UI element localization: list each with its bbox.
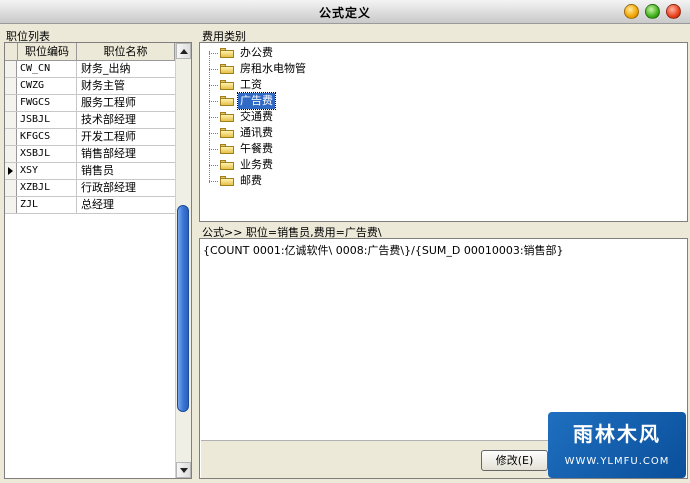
row-indicator[interactable] bbox=[5, 78, 17, 94]
arrow-right-icon bbox=[8, 167, 13, 175]
table-row[interactable]: CW_CN 财务_出纳 bbox=[5, 61, 175, 78]
folder-icon bbox=[220, 80, 234, 90]
cell-name[interactable]: 财务主管 bbox=[77, 78, 175, 94]
table-row[interactable]: JSBJL 技术部经理 bbox=[5, 112, 175, 129]
row-indicator[interactable] bbox=[5, 163, 17, 179]
cell-name[interactable]: 总经理 bbox=[77, 197, 175, 213]
tree-item-label[interactable]: 广告费 bbox=[237, 92, 276, 110]
table-row[interactable]: CWZG 财务主管 bbox=[5, 78, 175, 95]
row-indicator[interactable] bbox=[5, 197, 17, 213]
column-header-name[interactable]: 职位名称 bbox=[77, 43, 175, 60]
tree-connector bbox=[209, 53, 218, 54]
cell-name[interactable]: 服务工程师 bbox=[77, 95, 175, 111]
scroll-thumb[interactable] bbox=[177, 205, 189, 412]
table-row[interactable]: XZBJL 行政部经理 bbox=[5, 180, 175, 197]
minimize-icon[interactable] bbox=[624, 4, 639, 19]
tree-item-label[interactable]: 房租水电物管 bbox=[238, 61, 308, 77]
watermark-logo: 雨林木风 WWW.YLMFU.COM bbox=[548, 412, 686, 478]
folder-icon bbox=[220, 128, 234, 138]
folder-icon bbox=[220, 176, 234, 186]
title-bar: 公式定义 bbox=[0, 0, 690, 24]
cell-code[interactable]: XSY bbox=[18, 163, 77, 179]
table-row[interactable]: XSY 销售员 bbox=[5, 163, 175, 180]
row-indicator[interactable] bbox=[5, 129, 17, 145]
expense-tree: 办公费 房租水电物管 工资 广告费 交通费 通讯费 午餐费 业务费 邮费 bbox=[199, 42, 688, 222]
arrow-up-icon bbox=[180, 49, 188, 54]
tree-item-label[interactable]: 邮费 bbox=[238, 173, 264, 189]
cell-code[interactable]: FWGCS bbox=[18, 95, 77, 111]
grid-header: 职位编码 职位名称 bbox=[5, 43, 175, 61]
scroll-up-button[interactable] bbox=[176, 43, 191, 59]
watermark-url: WWW.YLMFU.COM bbox=[564, 456, 670, 467]
cell-code[interactable]: XZBJL bbox=[18, 180, 77, 196]
table-row[interactable]: KFGCS 开发工程师 bbox=[5, 129, 175, 146]
cell-name[interactable]: 行政部经理 bbox=[77, 180, 175, 196]
tree-connector bbox=[209, 181, 218, 182]
folder-icon bbox=[220, 96, 234, 106]
cell-name[interactable]: 开发工程师 bbox=[77, 129, 175, 145]
row-indicator[interactable] bbox=[5, 61, 17, 77]
folder-icon bbox=[220, 112, 234, 122]
tree-item-label[interactable]: 办公费 bbox=[238, 45, 275, 61]
folder-icon bbox=[220, 64, 234, 74]
folder-icon bbox=[220, 144, 234, 154]
maximize-icon[interactable] bbox=[645, 4, 660, 19]
tree-connector bbox=[209, 85, 218, 86]
folder-icon bbox=[220, 48, 234, 58]
cell-code[interactable]: ZJL bbox=[18, 197, 77, 213]
folder-icon bbox=[220, 160, 234, 170]
tree-connector bbox=[209, 101, 218, 102]
table-row[interactable]: FWGCS 服务工程师 bbox=[5, 95, 175, 112]
tree-item-label[interactable]: 通讯费 bbox=[238, 125, 275, 141]
cell-name[interactable]: 销售部经理 bbox=[77, 146, 175, 162]
tree-connector bbox=[209, 69, 218, 70]
tree-item-label[interactable]: 交通费 bbox=[238, 109, 275, 125]
table-row[interactable]: XSBJL 销售部经理 bbox=[5, 146, 175, 163]
cell-code[interactable]: CWZG bbox=[18, 78, 77, 94]
row-indicator[interactable] bbox=[5, 112, 17, 128]
cell-name[interactable]: 财务_出纳 bbox=[77, 61, 175, 77]
tree-connector bbox=[209, 133, 218, 134]
tree-connector bbox=[209, 117, 218, 118]
tree-item-label[interactable]: 工资 bbox=[238, 77, 264, 93]
modify-button[interactable]: 修改(E) bbox=[481, 450, 548, 471]
cell-code[interactable]: CW_CN bbox=[18, 61, 77, 77]
cell-name[interactable]: 销售员 bbox=[77, 163, 175, 179]
cell-code[interactable]: KFGCS bbox=[18, 129, 77, 145]
tree-item-label[interactable]: 业务费 bbox=[238, 157, 275, 173]
row-indicator[interactable] bbox=[5, 95, 17, 111]
window-title: 公式定义 bbox=[318, 6, 371, 20]
tree-connector bbox=[209, 165, 218, 166]
tree-connector bbox=[209, 149, 218, 150]
tree-item-label[interactable]: 午餐费 bbox=[238, 141, 275, 157]
cell-name[interactable]: 技术部经理 bbox=[77, 112, 175, 128]
arrow-down-icon bbox=[180, 468, 188, 473]
formula-text[interactable]: {COUNT 0001:亿诚软件\ 0008:广告费\}/{SUM_D 0001… bbox=[203, 242, 564, 258]
table-row[interactable]: ZJL 总经理 bbox=[5, 197, 175, 214]
row-indicator[interactable] bbox=[5, 180, 17, 196]
header-indicator-cell bbox=[5, 43, 18, 60]
position-grid: 职位编码 职位名称 CW_CN 财务_出纳 CWZG 财务主管 FWGCS 服务工程师 JS… bbox=[4, 42, 192, 479]
scroll-down-button[interactable] bbox=[176, 462, 191, 478]
close-icon[interactable] bbox=[666, 4, 681, 19]
row-indicator[interactable] bbox=[5, 146, 17, 162]
column-header-code[interactable]: 职位编码 bbox=[18, 43, 77, 60]
vertical-scrollbar[interactable] bbox=[175, 43, 191, 478]
watermark-title: 雨林木风 bbox=[573, 422, 661, 446]
cell-code[interactable]: XSBJL bbox=[18, 146, 77, 162]
cell-code[interactable]: JSBJL bbox=[18, 112, 77, 128]
